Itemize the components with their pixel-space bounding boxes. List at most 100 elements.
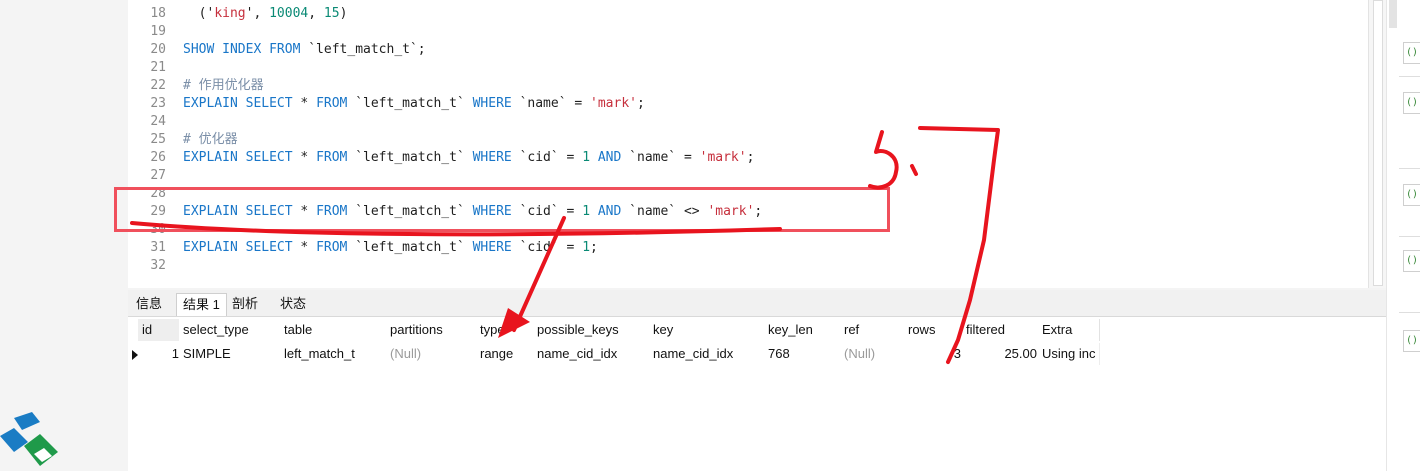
col-header-filtered[interactable]: filtered — [962, 319, 1040, 341]
code-token: ; — [590, 240, 598, 255]
cell-key-len[interactable]: 768 — [764, 343, 842, 365]
cell-possible-keys[interactable]: name_cid_idx — [533, 343, 651, 365]
code-token: 1 — [582, 240, 591, 255]
cell-extra[interactable]: Using inc — [1038, 343, 1100, 365]
line-number: 21 — [150, 60, 166, 75]
line-number: 31 — [150, 240, 166, 255]
code-token: * — [292, 240, 317, 255]
code-text[interactable]: ('king', 10004, 15) — [183, 5, 348, 23]
sql-file-icon[interactable]: () — [1403, 42, 1420, 64]
code-text[interactable]: # 作用优化器 — [183, 77, 264, 95]
code-token: `left_match_t` — [347, 96, 473, 111]
code-token: `left_match_t` — [347, 240, 473, 255]
code-token: 15 — [323, 6, 340, 21]
code-token: AND — [597, 150, 622, 165]
sql-file-icon[interactable]: () — [1403, 92, 1420, 114]
code-token: ', — [245, 6, 270, 21]
line-number: 23 — [150, 96, 166, 111]
code-token: FROM — [316, 240, 348, 255]
tab-info[interactable]: 信息 — [130, 293, 168, 315]
line-number: 22 — [150, 78, 166, 93]
results-grid[interactable]: id select_type table partitions type pos… — [128, 317, 1386, 471]
cell-id[interactable]: 1 — [138, 343, 182, 365]
code-text[interactable]: EXPLAIN SELECT * FROM `left_match_t` WHE… — [183, 149, 754, 167]
code-token: SHOW INDEX FROM — [183, 42, 301, 57]
code-token: EXPLAIN SELECT — [183, 240, 293, 255]
cell-filtered[interactable]: 25.00 — [962, 343, 1040, 365]
code-token: `cid` = — [511, 240, 583, 255]
code-token: * — [292, 150, 317, 165]
code-token: # 优化器 — [183, 132, 238, 147]
side-panel-scrollbar[interactable] — [1389, 0, 1397, 28]
code-token: ; — [637, 96, 645, 111]
code-token: 'mark' — [590, 96, 637, 111]
col-header-extra[interactable]: Extra — [1038, 319, 1100, 341]
code-token: WHERE — [472, 240, 512, 255]
cell-table[interactable]: left_match_t — [280, 343, 388, 365]
code-token: # 作用优化器 — [183, 78, 264, 93]
code-text[interactable]: SHOW INDEX FROM `left_match_t`; — [183, 41, 426, 59]
code-token: ) — [339, 6, 348, 21]
left-gutter — [0, 0, 128, 471]
code-token: `name` = — [511, 96, 591, 111]
col-header-partitions[interactable]: partitions — [386, 319, 478, 341]
code-token: EXPLAIN SELECT — [183, 150, 293, 165]
code-token: `name` = — [621, 150, 700, 165]
cell-rows[interactable]: 3 — [904, 343, 964, 365]
code-token: * — [292, 96, 317, 111]
code-token: 1 — [582, 150, 591, 165]
line-number: 25 — [150, 132, 166, 147]
sql-file-icon[interactable]: () — [1403, 330, 1420, 352]
col-header-ref[interactable]: ref — [840, 319, 906, 341]
line-number: 32 — [150, 258, 166, 273]
code-token: 10004 — [269, 6, 309, 21]
code-token: EXPLAIN SELECT — [183, 96, 293, 111]
sql-file-icon[interactable]: () — [1403, 250, 1420, 272]
app-logo-icon — [0, 412, 58, 466]
result-tabs: 信息 结果 1 剖析 状态 — [128, 290, 1386, 317]
code-token: , — [308, 6, 324, 21]
code-token: FROM — [316, 96, 348, 111]
cell-key[interactable]: name_cid_idx — [649, 343, 766, 365]
tab-status[interactable]: 状态 — [274, 293, 312, 315]
line-number: 26 — [150, 150, 166, 165]
sql-file-icon[interactable]: () — [1403, 184, 1420, 206]
tab-profile[interactable]: 剖析 — [226, 293, 264, 315]
col-header-key[interactable]: key — [649, 319, 766, 341]
code-token: WHERE — [472, 96, 512, 111]
cell-ref[interactable]: (Null) — [840, 343, 906, 365]
code-token: king — [214, 6, 246, 21]
code-token: (' — [183, 6, 215, 21]
code-text[interactable]: EXPLAIN SELECT * FROM `left_match_t` WHE… — [183, 95, 645, 113]
col-header-select-type[interactable]: select_type — [179, 319, 282, 341]
cell-type[interactable]: range — [476, 343, 534, 365]
code-token: WHERE — [472, 150, 512, 165]
code-token: ; — [746, 150, 755, 165]
cell-partitions[interactable]: (Null) — [386, 343, 478, 365]
code-token: FROM — [316, 150, 348, 165]
col-header-table[interactable]: table — [280, 319, 388, 341]
editor-scroll-thumb[interactable] — [1373, 0, 1383, 286]
code-token: `cid` = — [511, 150, 583, 165]
tab-result-1[interactable]: 结果 1 — [176, 293, 227, 316]
line-number: 18 — [150, 6, 166, 21]
col-header-possible-keys[interactable]: possible_keys — [533, 319, 651, 341]
cell-select-type[interactable]: SIMPLE — [179, 343, 282, 365]
code-token: `left_match_t`; — [300, 42, 426, 57]
col-header-id[interactable]: id — [138, 319, 182, 341]
editor-scrollbar[interactable] — [1368, 0, 1387, 288]
col-header-rows[interactable]: rows — [904, 319, 964, 341]
code-text[interactable]: EXPLAIN SELECT * FROM `left_match_t` WHE… — [183, 239, 598, 257]
right-side-panel: () () () () () — [1386, 0, 1420, 471]
line-number: 19 — [150, 24, 166, 39]
line-number: 27 — [150, 168, 166, 183]
col-header-type[interactable]: type — [476, 319, 534, 341]
col-header-key-len[interactable]: key_len — [764, 319, 842, 341]
code-text[interactable]: # 优化器 — [183, 131, 238, 149]
line-number: 24 — [150, 114, 166, 129]
line-number: 20 — [150, 42, 166, 57]
code-token: 'mark' — [699, 150, 747, 165]
highlight-box — [114, 187, 890, 232]
code-token: `left_match_t` — [347, 150, 473, 165]
